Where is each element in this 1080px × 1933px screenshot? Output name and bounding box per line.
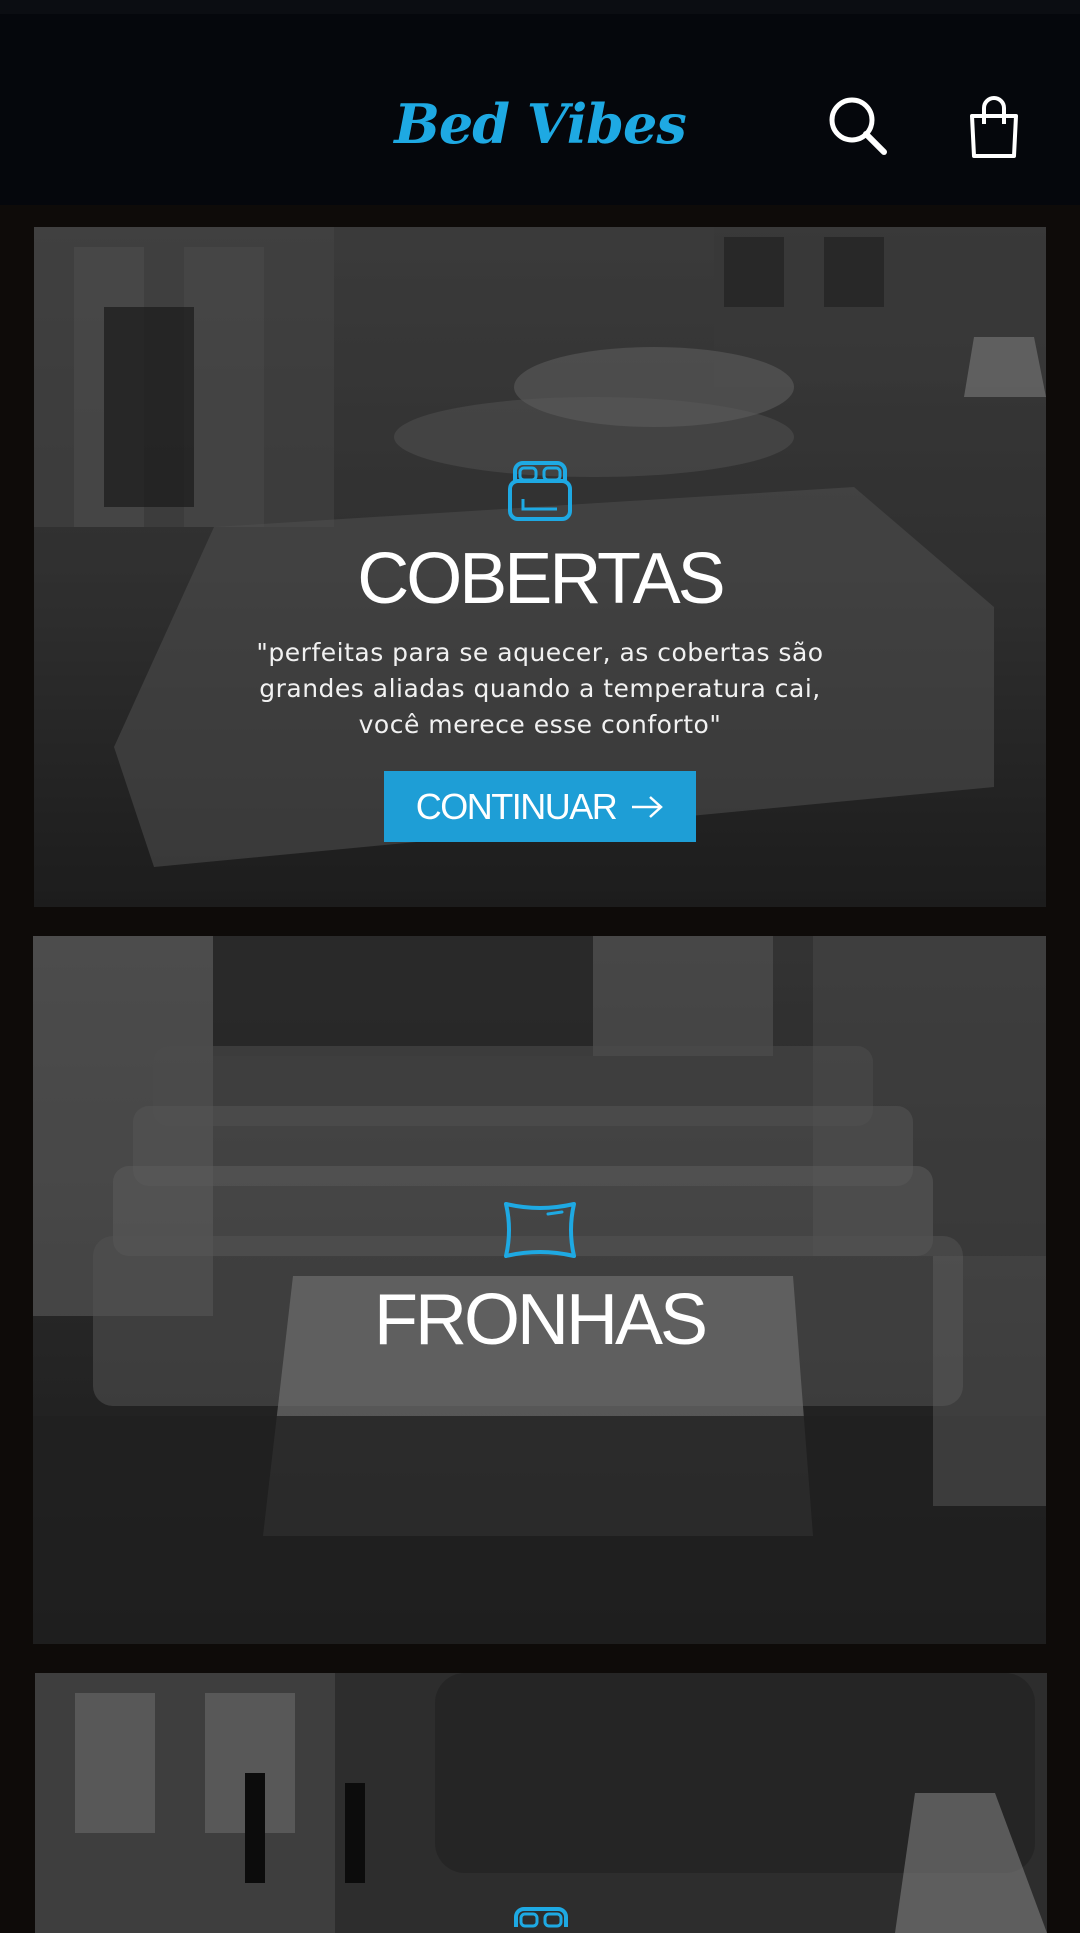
category-card-third[interactable] [35,1673,1047,1933]
continue-button[interactable]: CONTINUAR [384,771,696,842]
category-title: FRONHAS [373,1280,708,1360]
category-content: COBERTAS "perfeitas para se aquecer, as … [34,459,1046,842]
category-card-fronhas[interactable]: FRONHAS [33,936,1046,1644]
bed-icon [508,461,572,521]
category-description: "perfeitas para se aquecer, as cobertas … [256,638,824,739]
arrow-right-icon [632,795,664,818]
shopping-bag-icon[interactable] [962,96,1026,160]
bed-icon [514,1907,568,1928]
category-content: FRONHAS [33,1196,1046,1356]
search-icon[interactable] [826,94,890,158]
continue-button-label: CONTINUAR [415,785,618,827]
pillow-icon [503,1202,576,1258]
category-content [35,1905,1047,1933]
top-bar: Bed Vibes [0,0,1080,205]
headboard-photo [35,1673,1047,1933]
category-card-cobertas[interactable]: COBERTAS "perfeitas para se aquecer, as … [34,227,1046,907]
brand-logo[interactable]: Bed Vibes [0,92,1080,156]
category-title: COBERTAS [357,539,725,619]
